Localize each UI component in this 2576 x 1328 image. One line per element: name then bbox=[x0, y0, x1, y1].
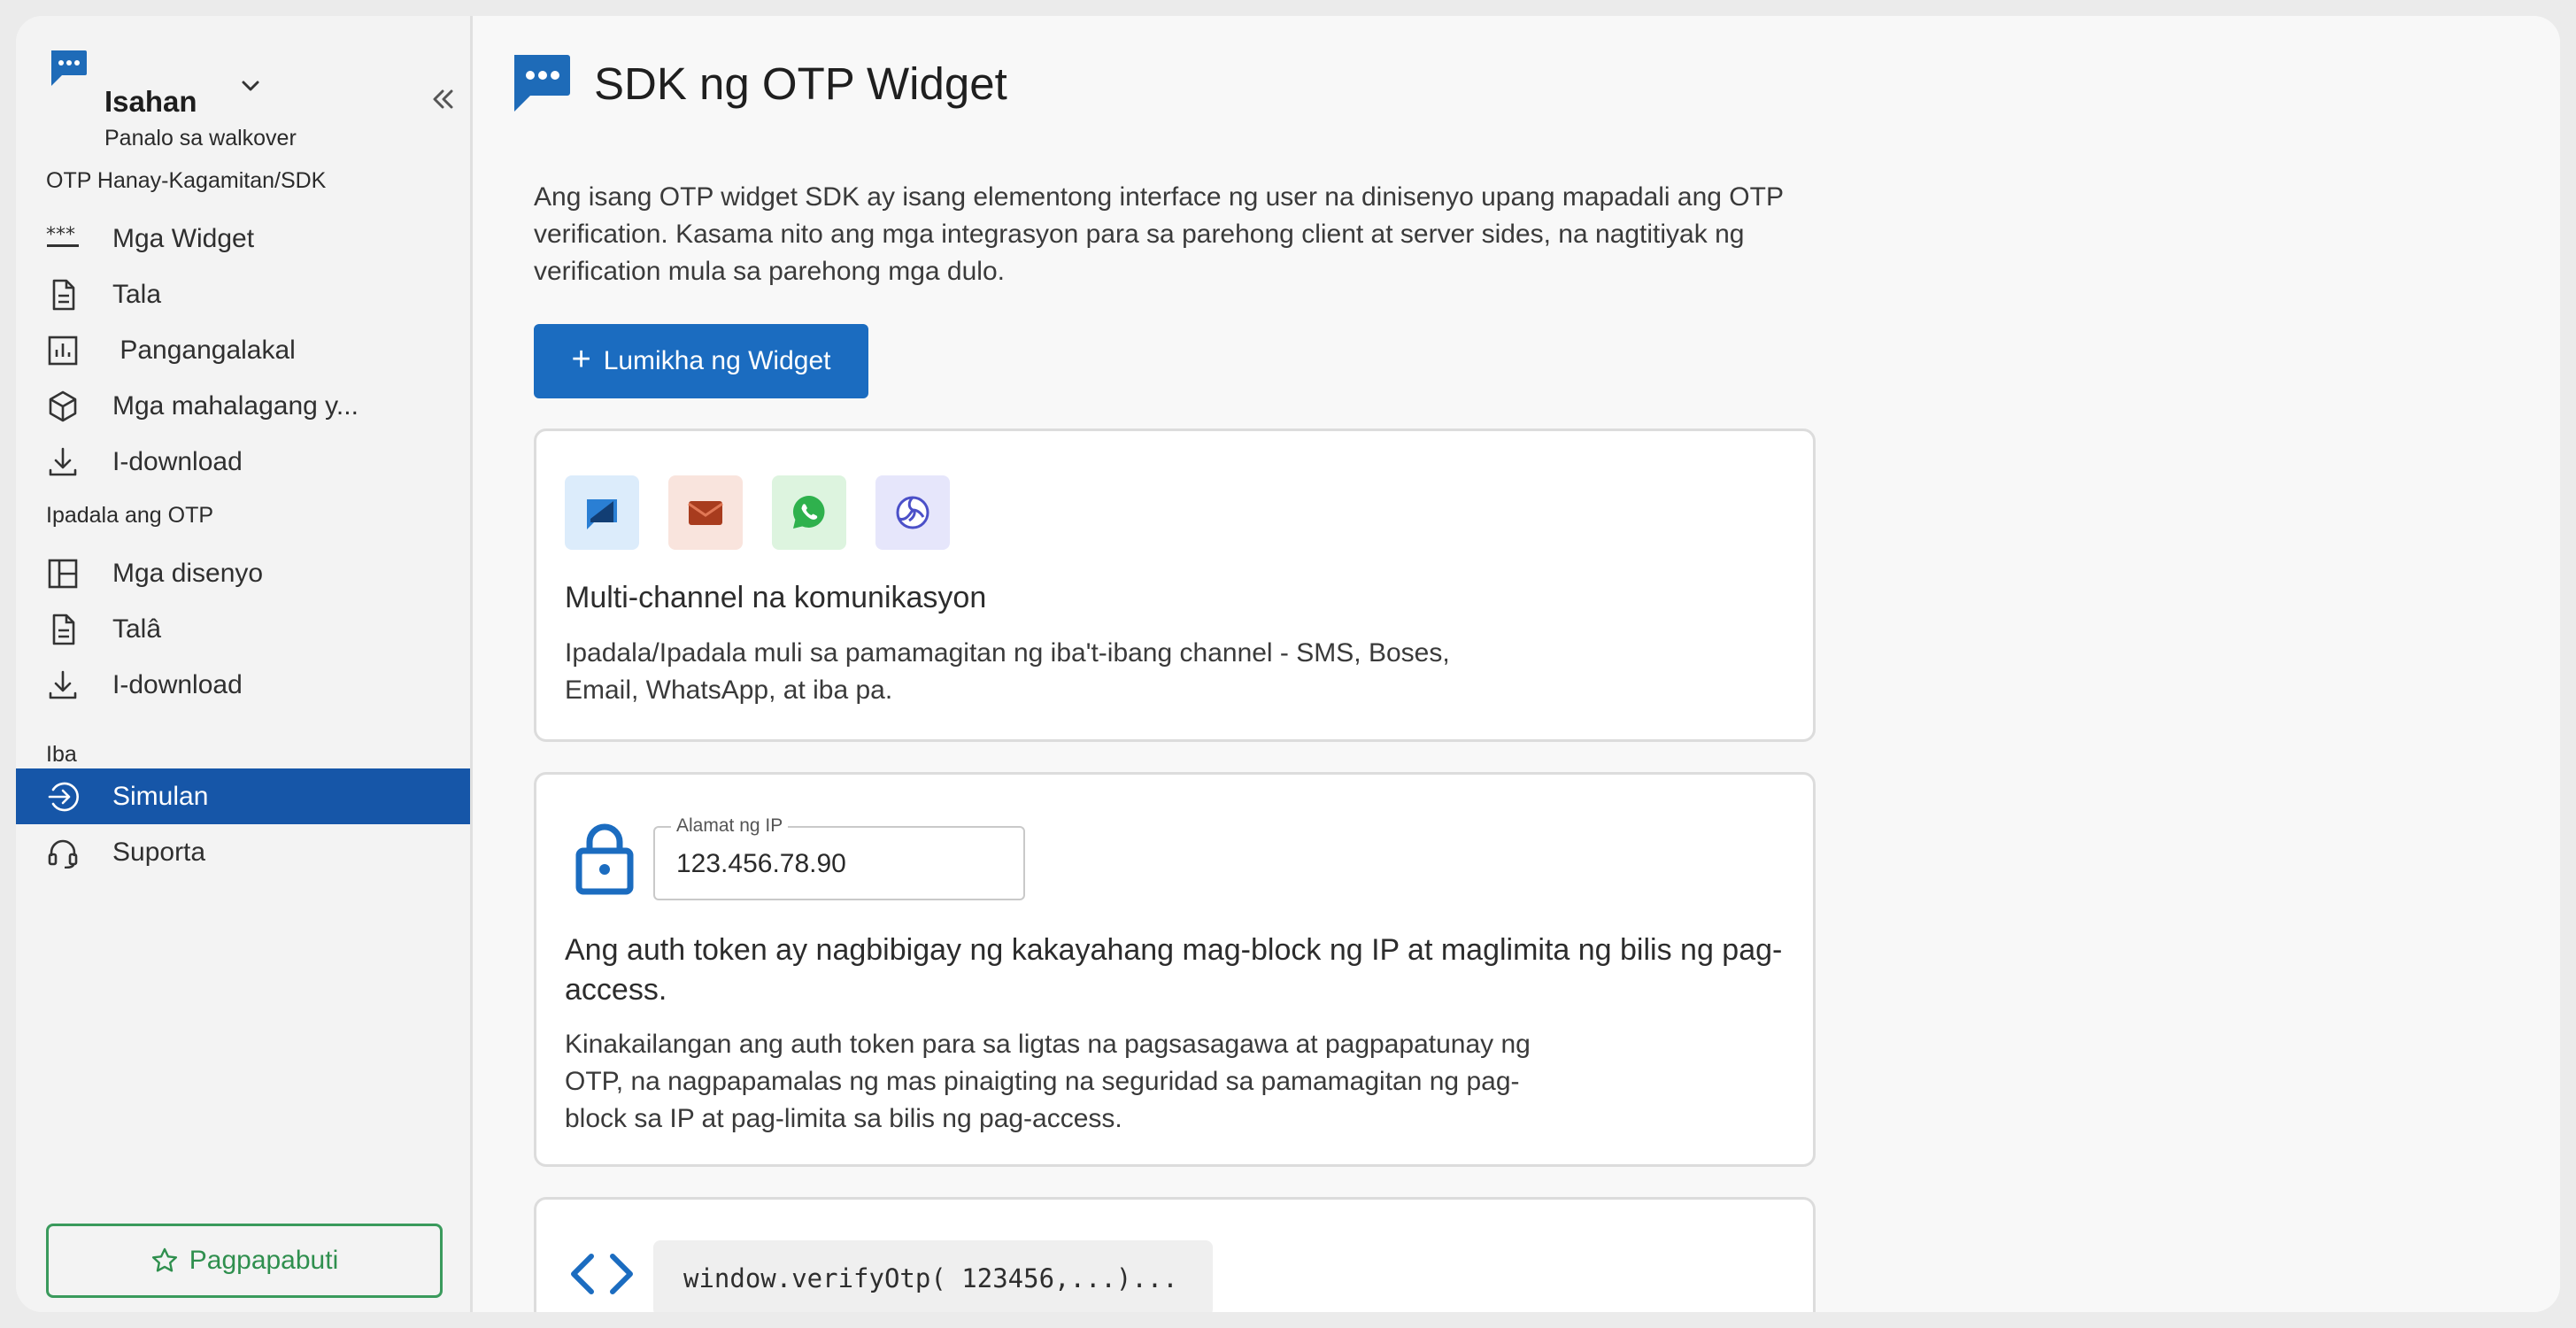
sidebar-item-label: Mga mahalagang y... bbox=[112, 391, 359, 421]
document-icon bbox=[52, 279, 75, 311]
sms-channel bbox=[565, 475, 639, 550]
chat-bubble-logo-icon bbox=[514, 55, 570, 112]
workspace-subtitle: Panalo sa walkover bbox=[104, 126, 297, 151]
sidebar-item-logs-2[interactable]: Talâ bbox=[16, 601, 470, 657]
cube-icon bbox=[49, 390, 77, 422]
ip-address-value: 123.456.78.90 bbox=[676, 849, 846, 878]
email-icon bbox=[688, 501, 723, 525]
sidebar-item-label: I-download bbox=[112, 670, 243, 699]
sidebar-item-label: Simulan bbox=[112, 782, 209, 811]
sidebar-item-download-2[interactable]: I-download bbox=[16, 657, 470, 713]
card-title: Multi-channel na komunikasyon bbox=[565, 581, 987, 614]
lock-icon bbox=[575, 823, 634, 895]
layout-icon bbox=[48, 559, 78, 589]
sidebar-item-trade[interactable]: Pangangalakal bbox=[16, 322, 470, 378]
improve-button[interactable]: Pagpapabuti bbox=[46, 1224, 443, 1298]
sms-icon bbox=[587, 499, 617, 529]
whatsapp-icon bbox=[792, 496, 825, 529]
sidebar-item-support[interactable]: Suporta bbox=[16, 824, 470, 880]
page-header: SDK ng OTP Widget bbox=[509, 51, 1007, 115]
download-icon bbox=[49, 447, 77, 476]
bar-chart-icon bbox=[48, 336, 78, 366]
sidebar-item-label: I-download bbox=[112, 447, 243, 476]
sidebar-item-label: Pangangalakal bbox=[112, 336, 296, 365]
document-icon bbox=[52, 614, 75, 645]
card-description: Ipadala/Ipadala muli sa pamamagitan ng i… bbox=[565, 638, 1450, 705]
globe-icon bbox=[896, 496, 929, 529]
sidebar-item-label: Talâ bbox=[112, 614, 162, 644]
ip-address-field[interactable]: Alamat ng IP 123.456.78.90 bbox=[653, 815, 1025, 900]
sidebar-item-keys[interactable]: Mga mahalagang y... bbox=[16, 378, 470, 434]
sidebar-item-label: Tala bbox=[112, 280, 162, 309]
page-title: SDK ng OTP Widget bbox=[594, 58, 1007, 109]
improve-label: Pagpapabuti bbox=[189, 1246, 339, 1275]
voice-channel bbox=[875, 475, 950, 550]
svg-text:***: *** bbox=[46, 224, 75, 246]
sidebar-item-get-started[interactable]: Simulan bbox=[16, 768, 470, 824]
main-content: SDK ng OTP Widget Ang isang OTP widget S… bbox=[475, 16, 2560, 1312]
code-snippet: window.verifyOtp( 123456,...)... bbox=[653, 1240, 1213, 1312]
email-channel bbox=[668, 475, 743, 550]
section-title-otp-toolkit: OTP Hanay-Kagamitan/SDK bbox=[46, 168, 327, 193]
workspace-switcher[interactable]: Isahan Panalo sa walkover bbox=[48, 48, 464, 163]
channel-icons bbox=[565, 475, 950, 550]
create-widget-label: Lumikha ng Widget bbox=[603, 346, 831, 375]
download-icon bbox=[49, 670, 77, 699]
card-description: Kinakailangan ang auth token para sa lig… bbox=[565, 1030, 1531, 1133]
ip-address-label: Alamat ng IP bbox=[671, 815, 789, 837]
sidebar-item-label: Suporta bbox=[112, 838, 206, 867]
plus-icon: + bbox=[571, 341, 591, 378]
chevron-down-icon[interactable] bbox=[235, 71, 266, 101]
intro-text: Ang isang OTP widget SDK ay isang elemen… bbox=[534, 182, 1784, 286]
sidebar-item-widgets[interactable]: *** Mga Widget bbox=[16, 211, 470, 266]
workspace-name: Isahan bbox=[104, 85, 197, 118]
sidebar-item-label: Mga disenyo bbox=[112, 559, 264, 588]
whatsapp-channel bbox=[772, 475, 846, 550]
sidebar-item-logs[interactable]: Tala bbox=[16, 266, 470, 322]
app-window: Isahan Panalo sa walkover OTP Hanay-Kaga… bbox=[16, 16, 2560, 1312]
sidebar-item-download[interactable]: I-download bbox=[16, 434, 470, 490]
asterisk-dots-icon: *** bbox=[46, 224, 79, 247]
auth-token-card: Alamat ng IP 123.456.78.90 Ang auth toke… bbox=[534, 772, 1816, 1167]
card-title: Ang auth token ay nagbibigay ng kakayaha… bbox=[565, 933, 1783, 1007]
star-icon bbox=[151, 1247, 177, 1272]
code-card: window.verifyOtp( 123456,...)... bbox=[534, 1197, 1816, 1312]
code-brackets-icon bbox=[571, 1254, 633, 1294]
channels-card: Multi-channel na komunikasyon Ipadala/Ip… bbox=[534, 429, 1816, 742]
circle-arrow-icon bbox=[48, 782, 79, 812]
section-title-other: Iba bbox=[46, 742, 77, 767]
sidebar-item-label: Mga Widget bbox=[112, 224, 255, 253]
collapse-sidebar-icon[interactable] bbox=[427, 83, 459, 115]
chat-bubble-logo-icon bbox=[51, 50, 87, 86]
sidebar: Isahan Panalo sa walkover OTP Hanay-Kaga… bbox=[16, 16, 473, 1312]
create-widget-button[interactable]: + Lumikha ng Widget bbox=[534, 324, 868, 398]
sidebar-item-designs[interactable]: Mga disenyo bbox=[16, 545, 470, 601]
section-title-send-otp: Ipadala ang OTP bbox=[46, 503, 214, 528]
headset-icon bbox=[48, 839, 78, 869]
